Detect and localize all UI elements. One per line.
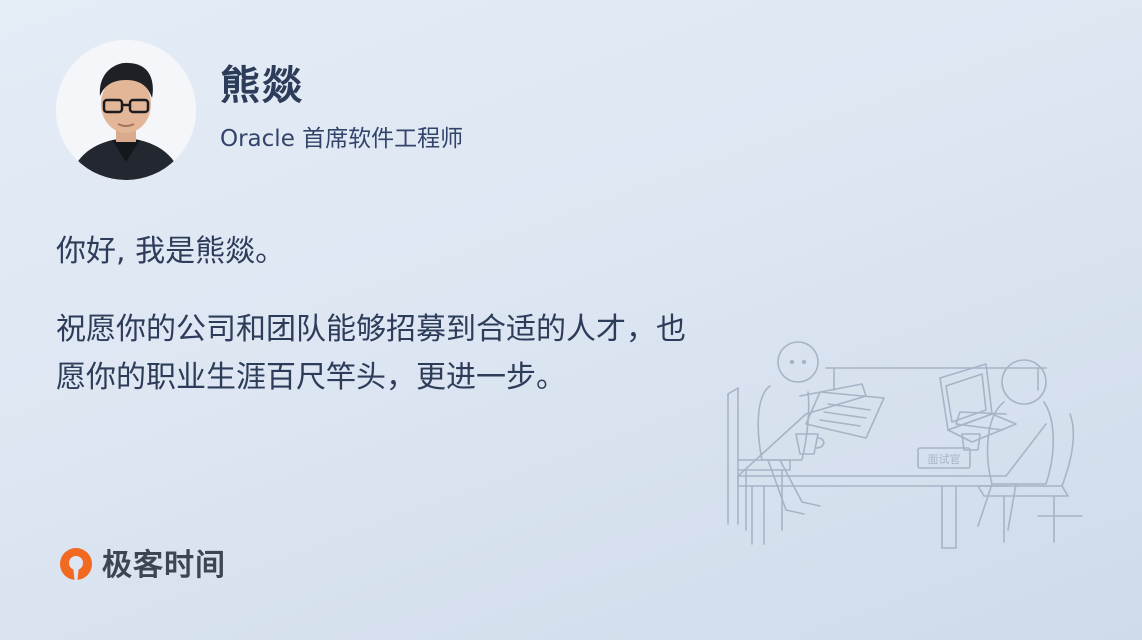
interview-illustration: 面试官 [716,334,1096,560]
share-card: 熊燚 Oracle 首席软件工程师 你好, 我是熊燚。 祝愿你的公司和团队能够招… [0,0,1142,640]
interview-scene-icon: 面试官 [727,341,1083,549]
brand-name: 极客时间 [102,548,226,583]
message-text: 祝愿你的公司和团队能够招募到合适的人才，也愿你的职业生涯百尺竿头，更进一步。 [56,312,686,395]
geektime-logo-icon [60,548,92,584]
brand: 极客时间 [56,543,226,589]
profile-title: Oracle 首席软件工程师 [220,126,464,152]
avatar [56,40,196,180]
greeting-text: 你好, 我是熊燚。 [56,234,286,269]
profile-name: 熊燚 [220,63,304,109]
avatar-portrait-icon [56,40,196,180]
interviewer-sign-label: 面试官 [928,452,961,466]
